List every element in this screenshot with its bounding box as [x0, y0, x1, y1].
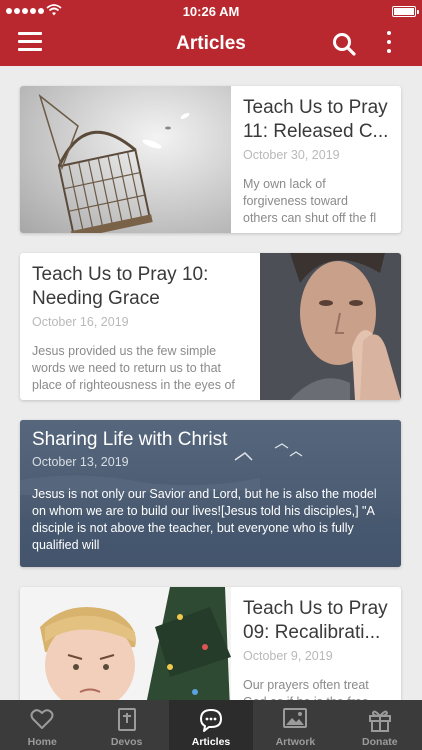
article-excerpt: Jesus provided us the few simple words w…: [32, 344, 235, 392]
article-date: October 16, 2019: [32, 315, 129, 329]
image-icon: [283, 708, 308, 728]
tab-label: Devos: [110, 736, 143, 748]
article-date: October 13, 2019: [32, 455, 129, 469]
tab-artwork[interactable]: Artwork: [253, 700, 337, 750]
featured-article-card[interactable]: Sharing Life with Christ October 13, 201…: [20, 420, 401, 567]
article-title: Teach Us to Pray 09: Recalibrati...: [243, 598, 388, 643]
tab-articles[interactable]: Articles: [168, 700, 254, 750]
article-title: Teach Us to Pray 11: Released C...: [243, 97, 389, 142]
tab-home[interactable]: Home: [0, 700, 84, 750]
gift-icon: [368, 710, 391, 732]
status-time: 10:26 AM: [182, 4, 240, 19]
article-text: Teach Us to Pray 10: Needing Grace Octob…: [20, 253, 260, 400]
article-card[interactable]: Teach Us to Pray 11: Released C... Octobe…: [20, 86, 401, 233]
article-date: October 9, 2019: [243, 649, 333, 663]
article-excerpt: Jesus is not only our Savior and Lord, b…: [32, 487, 377, 552]
tab-devos[interactable]: Devos: [84, 700, 168, 750]
app-header: 10:26 AM Articles: [0, 0, 422, 66]
status-bar: 10:26 AM: [0, 0, 422, 22]
tab-label: Donate: [362, 736, 398, 748]
article-title: Teach Us to Pray 10: Needing Grace: [32, 264, 209, 309]
more-vertical-icon[interactable]: [382, 31, 396, 57]
article-date: October 30, 2019: [243, 148, 340, 162]
article-text: Teach Us to Pray 11: Released C... Octobe…: [231, 86, 401, 233]
heart-icon: [30, 709, 54, 729]
article-card[interactable]: Teach Us to Pray 10: Needing Grace Octob…: [20, 253, 401, 400]
article-text: Sharing Life with Christ October 13, 201…: [20, 420, 401, 567]
tab-donate[interactable]: Donate: [338, 700, 422, 750]
tab-bar: Home Devos Articles Artwork Donate: [0, 700, 422, 750]
praying-woman-image: [260, 253, 401, 400]
search-icon[interactable]: [332, 32, 358, 56]
battery-icon: [392, 6, 419, 17]
article-title: Sharing Life with Christ: [32, 429, 228, 450]
article-excerpt: My own lack of forgiveness toward others…: [243, 177, 377, 225]
birdcage-image: [20, 86, 231, 233]
bible-icon: [117, 708, 136, 731]
page-title: Articles: [176, 33, 246, 54]
tab-label: Articles: [191, 736, 231, 748]
tab-label: Artwork: [275, 736, 316, 748]
tab-label: Home: [27, 736, 57, 748]
chat-bubble-icon: [200, 709, 223, 732]
